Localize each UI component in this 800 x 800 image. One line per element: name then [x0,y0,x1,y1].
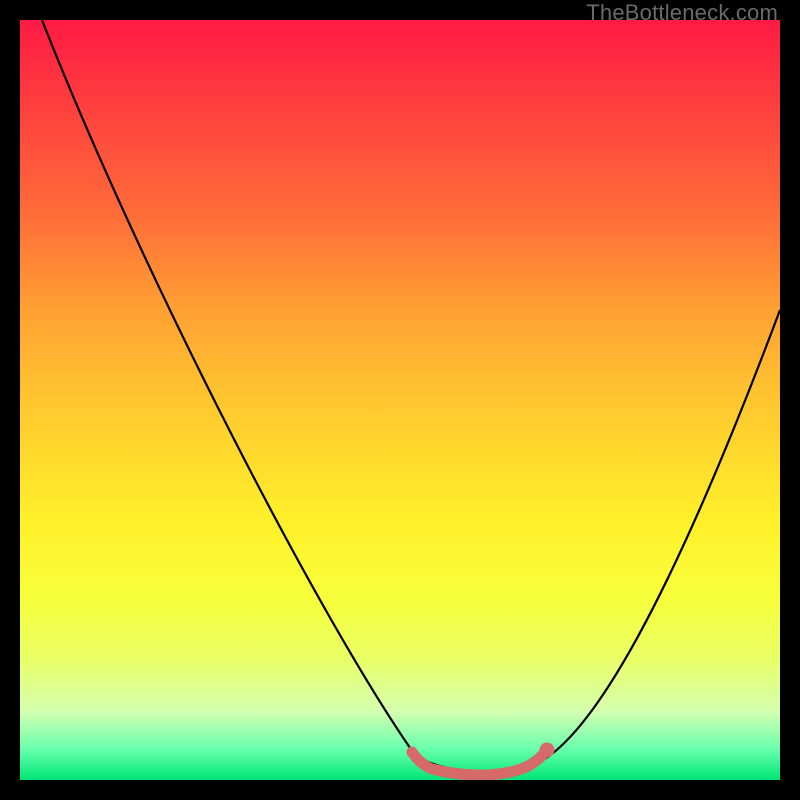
bottleneck-curve [42,20,780,772]
chart-frame: TheBottleneck.com [0,0,800,800]
valley-highlight-end-dot-icon [540,743,555,758]
plot-area [20,20,780,780]
curve-layer [20,20,780,780]
watermark-text: TheBottleneck.com [586,0,778,26]
